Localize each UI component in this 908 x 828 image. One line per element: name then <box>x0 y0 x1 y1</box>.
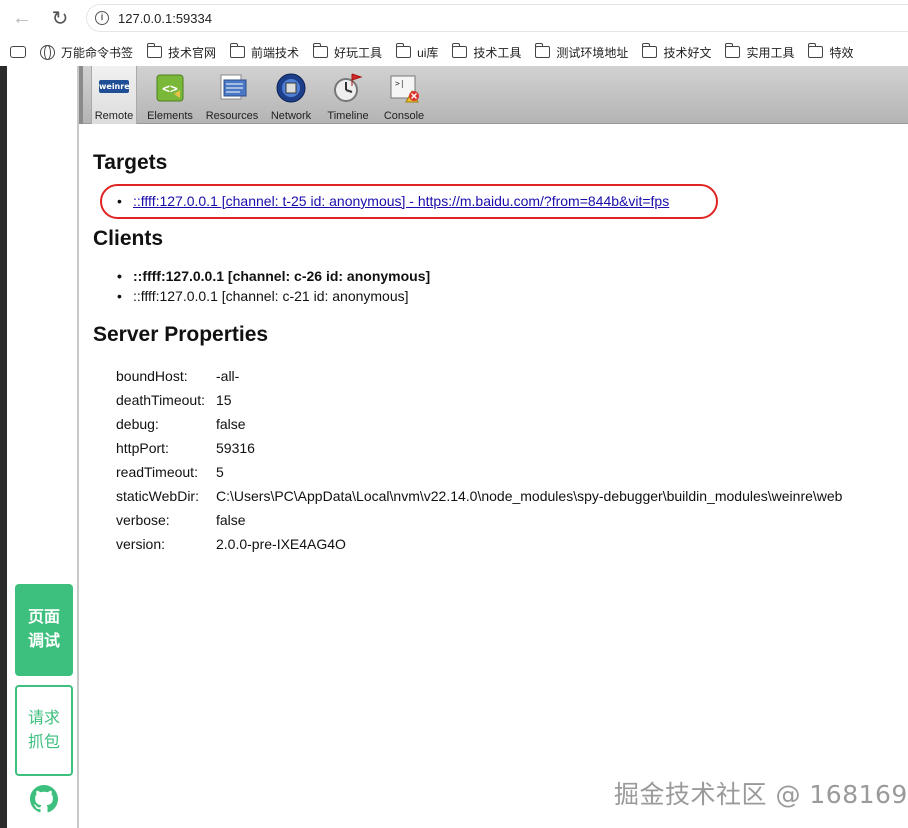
property-row: deathTimeout: 15 <box>116 392 232 408</box>
weinre-logo-icon: weinre <box>98 72 130 104</box>
highlight-annotation <box>100 184 718 219</box>
property-row: staticWebDir: C:\Users\PC\AppData\Local\n… <box>116 488 843 504</box>
folder-icon <box>312 43 329 58</box>
folder-icon <box>725 43 741 58</box>
bookmark-folder[interactable]: 测试环境地址 <box>535 43 628 61</box>
svg-text:>|: >| <box>395 79 405 88</box>
property-row: version: 2.0.0-pre-IXE4AG4O <box>116 536 346 552</box>
property-row: httpPort: 59316 <box>116 440 255 456</box>
weinre-toolbar: weinre Remote <> Elements Resources Netw… <box>83 66 908 124</box>
timeline-icon <box>332 72 364 104</box>
tab-console[interactable]: >| Console <box>379 66 429 124</box>
reload-button[interactable]: ↻ <box>46 5 74 31</box>
folder-icon <box>535 43 551 58</box>
property-row: verbose: false <box>116 512 246 528</box>
url-bar[interactable]: i 127.0.0.1:59334 <box>86 4 908 32</box>
url-text: 127.0.0.1:59334 <box>118 11 212 26</box>
globe-icon <box>40 44 55 60</box>
property-row: readTimeout: 5 <box>116 464 224 480</box>
page-debug-button[interactable]: 页面 调试 <box>15 584 73 676</box>
tab-timeline[interactable]: Timeline <box>323 66 373 124</box>
server-properties-heading: Server Properties <box>93 323 269 346</box>
network-icon <box>275 72 307 104</box>
folder-icon <box>642 43 658 58</box>
request-capture-label: 请求 抓包 <box>27 709 60 751</box>
property-row: boundHost: -all- <box>116 368 240 384</box>
elements-icon: <> <box>154 72 186 104</box>
tab-network[interactable]: Network <box>266 66 316 124</box>
folder-icon <box>395 43 412 58</box>
arrow-left-icon: ← <box>12 6 32 29</box>
bookmark-folder[interactable]: 技术工具 <box>452 43 521 61</box>
folder-icon <box>146 43 163 58</box>
request-capture-button[interactable]: 请求 抓包 <box>15 685 73 776</box>
list-item: ::ffff:127.0.0.1 [channel: c-26 id: anon… <box>117 266 430 286</box>
bookmark-folder[interactable]: 前端技术 <box>229 43 299 61</box>
bookmark-folder[interactable]: 实用工具 <box>725 43 794 61</box>
tab-elements[interactable]: <> Elements <box>145 66 195 124</box>
property-row: debug: false <box>116 416 246 432</box>
background-window-edge <box>0 66 7 828</box>
tab-remote[interactable]: weinre Remote <box>91 66 137 124</box>
folder-icon <box>452 43 468 58</box>
list-item: ::ffff:127.0.0.1 [channel: c-21 id: anon… <box>117 286 430 306</box>
targets-heading: Targets <box>93 151 168 174</box>
page-debug-label: 页面 调试 <box>27 609 60 650</box>
bookmark-folder[interactable]: 好玩工具 <box>312 43 382 61</box>
clients-heading: Clients <box>93 227 164 250</box>
server-properties-table: boundHost: -all- deathTimeout: 15 debug: fa… <box>116 364 842 556</box>
folder-icon <box>808 43 824 58</box>
bookmark-folder[interactable]: 技术官网 <box>146 43 216 61</box>
back-button[interactable]: ← <box>8 5 36 31</box>
bookmark-folder[interactable]: ui库 <box>395 43 438 61</box>
weinre-logo-text: weinre <box>99 80 130 93</box>
panel-divider <box>77 66 79 828</box>
tab-search-icon[interactable] <box>10 46 26 58</box>
reload-icon: ↻ <box>51 7 69 30</box>
bookmark-item[interactable]: 万能命令书签 <box>40 44 133 61</box>
bookmarks-bar: 万能命令书签 技术官网 前端技术 好玩工具 ui库 技术工具 测试环境地址 技术… <box>0 38 908 66</box>
folder-icon <box>229 43 246 58</box>
bookmark-folder[interactable]: 特效 <box>808 43 853 61</box>
bookmark-folder[interactable]: 技术好文 <box>642 43 711 61</box>
console-icon: >| <box>388 72 420 104</box>
github-icon[interactable] <box>30 785 58 813</box>
info-icon[interactable]: i <box>95 11 109 25</box>
clients-list: ::ffff:127.0.0.1 [channel: c-26 id: anon… <box>117 266 430 306</box>
watermark: 掘金技术社区 @ 168169 <box>614 780 908 809</box>
tab-resources[interactable]: Resources <box>203 66 261 124</box>
resources-icon <box>216 72 248 104</box>
address-row: ← ↻ i 127.0.0.1:59334 <box>0 0 908 36</box>
